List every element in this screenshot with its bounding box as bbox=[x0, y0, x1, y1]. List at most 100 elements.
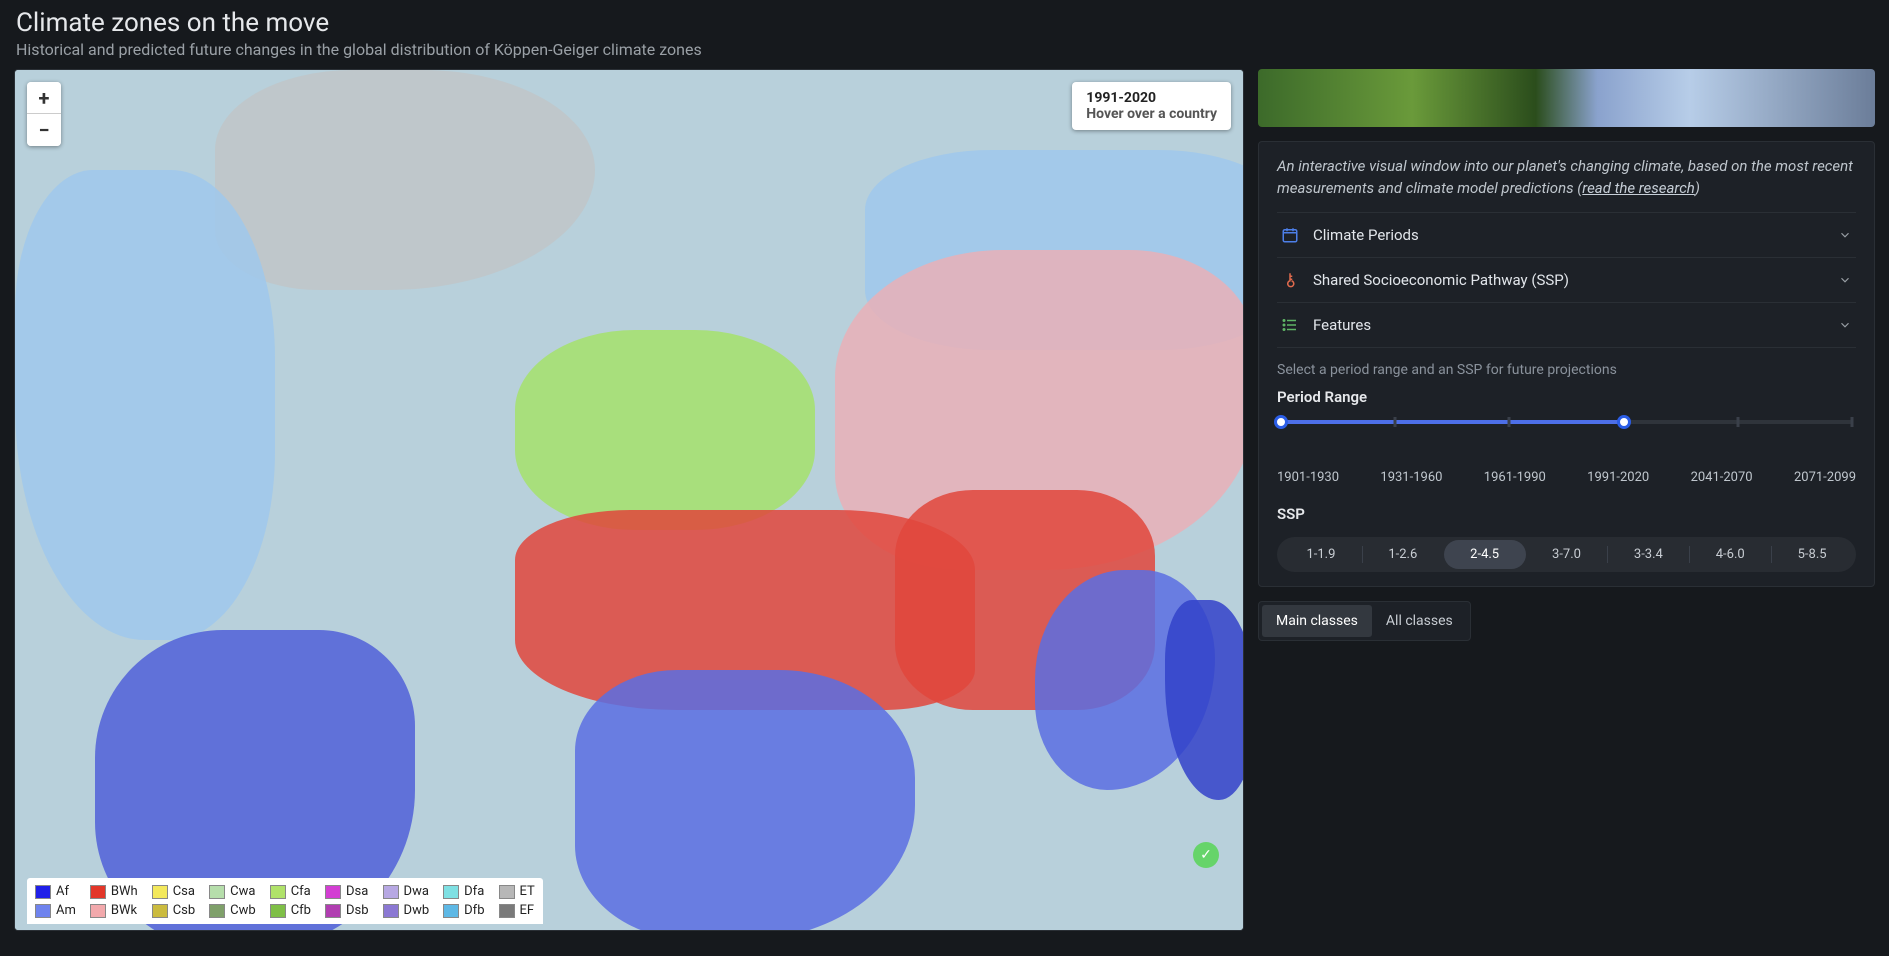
tab-main-classes[interactable]: Main classes bbox=[1262, 605, 1372, 637]
legend-swatch bbox=[35, 904, 51, 918]
page-title: Climate zones on the move bbox=[16, 8, 1873, 38]
slider-tick-label: 1931-1960 bbox=[1380, 470, 1442, 485]
legend-item[interactable]: Am bbox=[35, 903, 76, 918]
legend-item[interactable]: BWk bbox=[90, 903, 138, 918]
legend-code: Dwb bbox=[404, 903, 430, 918]
slider-handle-start[interactable] bbox=[1274, 415, 1288, 429]
legend-item[interactable]: Dfa bbox=[443, 884, 484, 899]
legend-item[interactable]: EF bbox=[499, 903, 535, 918]
ssp-option[interactable]: 5-8.5 bbox=[1771, 540, 1853, 569]
legend-item[interactable]: Dwb bbox=[383, 903, 430, 918]
ssp-option[interactable]: 3-7.0 bbox=[1526, 540, 1608, 569]
page-subtitle: Historical and predicted future changes … bbox=[16, 40, 1873, 59]
legend-swatch bbox=[443, 885, 459, 899]
accordion-features[interactable]: Features bbox=[1277, 303, 1856, 348]
intro-part-a: An interactive visual window into our pl… bbox=[1277, 157, 1853, 197]
ssp-segmented-control: 1-1.91-2.62-4.53-7.03-3.44-6.05-8.5 bbox=[1277, 537, 1856, 572]
legend-code: BWk bbox=[111, 903, 137, 918]
read-research-link[interactable]: read the research bbox=[1582, 179, 1695, 197]
accordion-label: Shared Socioeconomic Pathway (SSP) bbox=[1313, 271, 1569, 289]
chevron-down-icon bbox=[1838, 318, 1852, 332]
ssp-label: SSP bbox=[1277, 505, 1856, 523]
legend-item[interactable]: Dsb bbox=[325, 903, 369, 918]
slider-tick-label: 1901-1930 bbox=[1277, 470, 1339, 485]
chevron-down-icon bbox=[1838, 273, 1852, 287]
slider-handle-end[interactable] bbox=[1617, 415, 1631, 429]
slider-tick bbox=[1736, 417, 1739, 427]
controls-panel: An interactive visual window into our pl… bbox=[1258, 141, 1875, 587]
map[interactable]: + − 1991-2020 Hover over a country ✓ Af B… bbox=[14, 69, 1244, 931]
legend-item[interactable]: ET bbox=[499, 884, 535, 899]
zoom-out-button[interactable]: − bbox=[27, 114, 61, 146]
accordion-label: Climate Periods bbox=[1313, 226, 1419, 244]
legend-item[interactable]: Cwa bbox=[209, 884, 256, 899]
ssp-option[interactable]: 3-3.4 bbox=[1607, 540, 1689, 569]
info-hover-hint: Hover over a country bbox=[1086, 106, 1217, 122]
accordion-ssp[interactable]: Shared Socioeconomic Pathway (SSP) bbox=[1277, 258, 1856, 303]
ssp-option[interactable]: 4-6.0 bbox=[1689, 540, 1771, 569]
legend-code: BWh bbox=[111, 884, 138, 899]
slider-tick-label: 1961-1990 bbox=[1484, 470, 1546, 485]
legend-item[interactable]: Af bbox=[35, 884, 76, 899]
helper-text: Select a period range and an SSP for fut… bbox=[1277, 362, 1856, 378]
legend-item[interactable]: Csb bbox=[152, 903, 195, 918]
legend-swatch bbox=[499, 904, 515, 918]
legend-code: Cfb bbox=[291, 903, 311, 918]
legend-swatch bbox=[35, 885, 51, 899]
legend-code: Cwa bbox=[230, 884, 255, 899]
legend-item[interactable]: Dsa bbox=[325, 884, 369, 899]
legend-item[interactable]: Cfb bbox=[270, 903, 311, 918]
legend-swatch bbox=[383, 885, 399, 899]
check-icon: ✓ bbox=[1200, 847, 1212, 863]
accordion-climate-periods[interactable]: Climate Periods bbox=[1277, 213, 1856, 258]
legend-swatch bbox=[383, 904, 399, 918]
legend-swatch bbox=[209, 885, 225, 899]
legend-item[interactable]: Cwb bbox=[209, 903, 256, 918]
legend-code: Af bbox=[56, 884, 69, 899]
tab-all-classes[interactable]: All classes bbox=[1372, 605, 1467, 637]
legend-item[interactable]: Cfa bbox=[270, 884, 311, 899]
zoom-controls: + − bbox=[27, 82, 61, 146]
legend-item[interactable]: Dfb bbox=[443, 903, 484, 918]
calendar-icon bbox=[1281, 226, 1299, 244]
legend-swatch bbox=[152, 904, 168, 918]
legend-code: Am bbox=[56, 903, 76, 918]
legend-swatch bbox=[90, 885, 106, 899]
class-tabs-wrap: Main classes All classes bbox=[1258, 601, 1875, 641]
chevron-down-icon bbox=[1838, 228, 1852, 242]
legend-item[interactable]: Dwa bbox=[383, 884, 430, 899]
legend-item[interactable]: Csa bbox=[152, 884, 195, 899]
map-region-north-america bbox=[15, 170, 275, 640]
legend-code: Csb bbox=[173, 903, 195, 918]
period-range-label: Period Range bbox=[1277, 388, 1856, 406]
hero-image-strip bbox=[1258, 69, 1875, 127]
slider-tick bbox=[1851, 417, 1854, 427]
intro-part-b: ) bbox=[1695, 179, 1700, 197]
legend-item[interactable]: BWh bbox=[90, 884, 138, 899]
legend-code: ET bbox=[520, 884, 535, 899]
ssp-option[interactable]: 1-1.9 bbox=[1280, 540, 1362, 569]
legend-code: Cfa bbox=[291, 884, 311, 899]
header: Climate zones on the move Historical and… bbox=[0, 0, 1889, 63]
accordion-label: Features bbox=[1313, 316, 1371, 334]
legend-code: Dwa bbox=[404, 884, 429, 899]
legend-swatch bbox=[443, 904, 459, 918]
map-region-subsaharan-africa bbox=[575, 670, 915, 931]
legend-swatch bbox=[325, 904, 341, 918]
legend-swatch bbox=[152, 885, 168, 899]
legend-code: Dsb bbox=[346, 903, 369, 918]
ssp-option[interactable]: 2-4.5 bbox=[1444, 540, 1526, 569]
legend-code: Csa bbox=[173, 884, 195, 899]
legend-code: EF bbox=[520, 903, 535, 918]
map-info-box: 1991-2020 Hover over a country bbox=[1072, 82, 1231, 130]
slider-tick-label: 1991-2020 bbox=[1587, 470, 1649, 485]
slider-fill bbox=[1281, 420, 1624, 424]
zoom-in-button[interactable]: + bbox=[27, 82, 61, 114]
legend-swatch bbox=[270, 904, 286, 918]
list-icon bbox=[1281, 316, 1299, 334]
period-range-slider[interactable] bbox=[1277, 420, 1856, 460]
map-region-europe bbox=[515, 330, 815, 530]
legend-swatch bbox=[90, 904, 106, 918]
slider-tick bbox=[1508, 417, 1511, 427]
ssp-option[interactable]: 1-2.6 bbox=[1362, 540, 1444, 569]
